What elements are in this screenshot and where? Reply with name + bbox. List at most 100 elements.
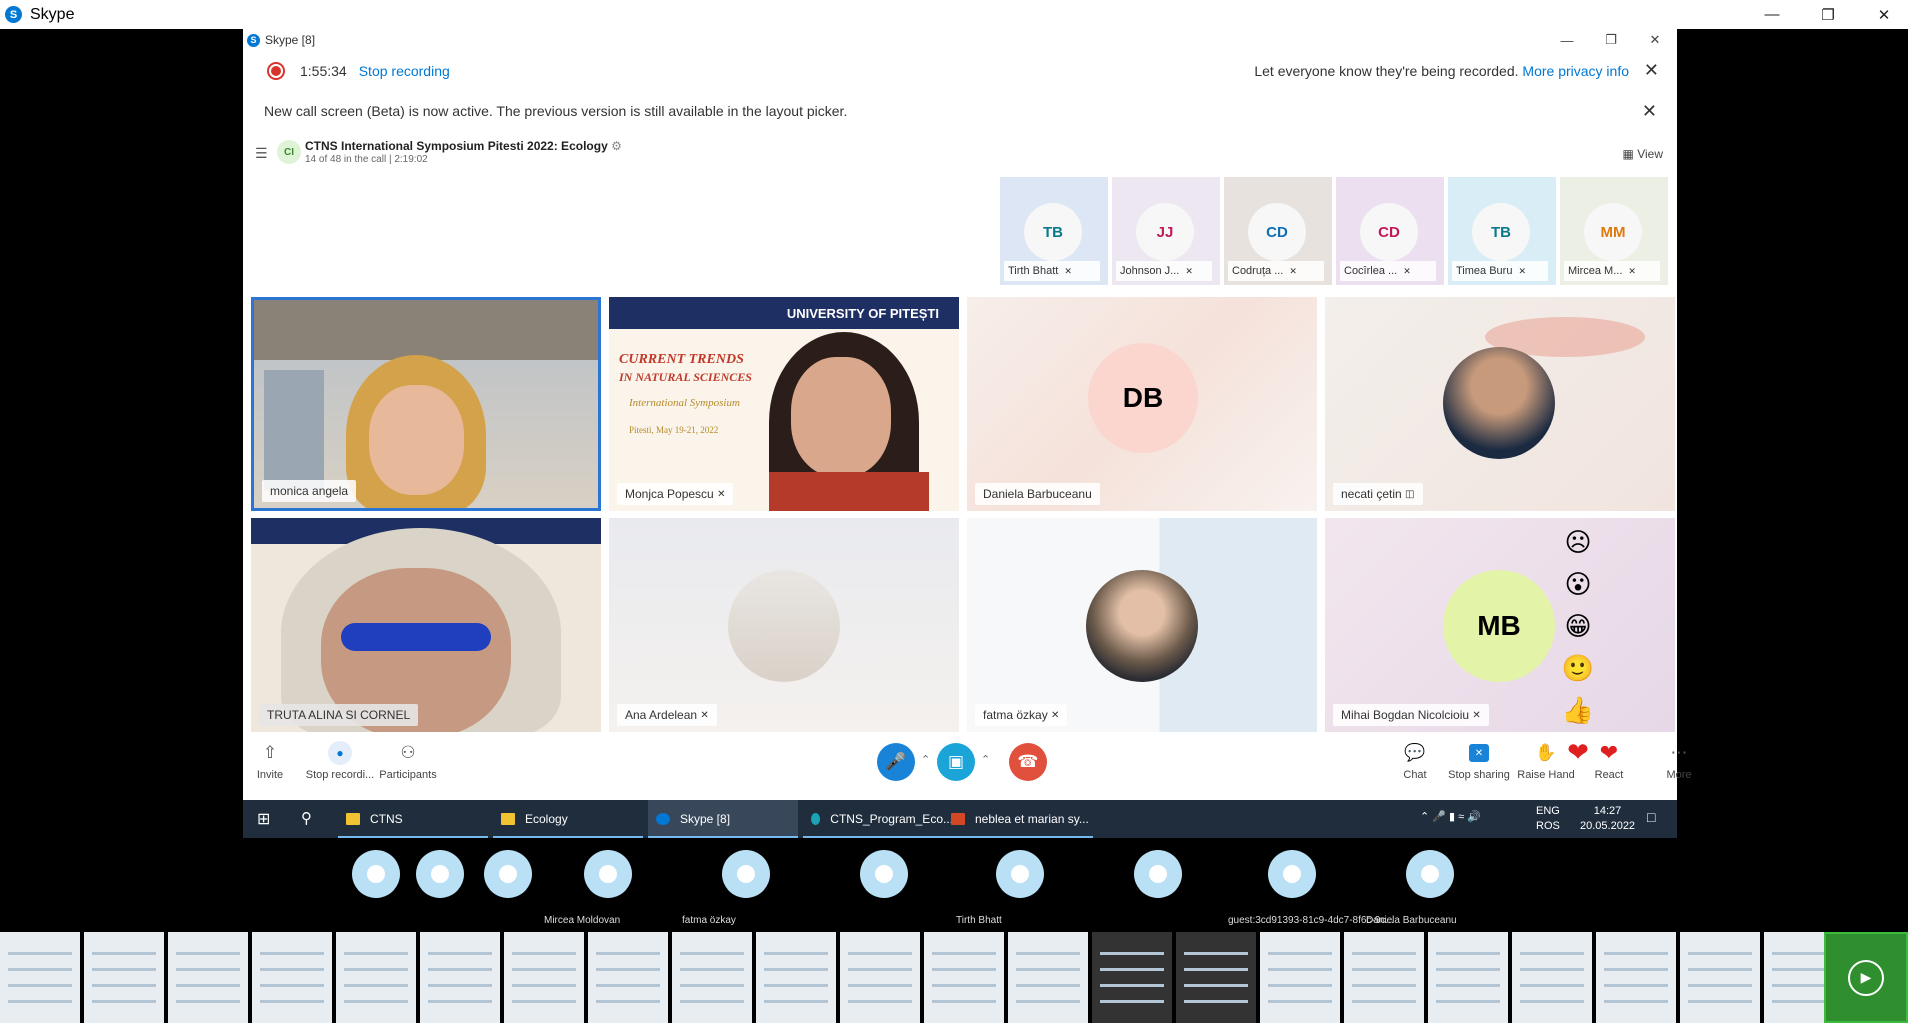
slide-thumbnail[interactable] (840, 932, 920, 1023)
stop-recording-button[interactable]: ● Stop recordi... (305, 741, 375, 781)
video-thumbnail[interactable]: ▶ (1824, 932, 1908, 1023)
participant-tile[interactable]: Mircea Moldovan (540, 838, 676, 928)
stop-sharing-button[interactable]: ✕ Stop sharing (1444, 741, 1514, 781)
slide-thumbnail[interactable] (84, 932, 164, 1023)
reaction-option[interactable]: ☹ (1564, 526, 1591, 558)
recording-notice-text: Let everyone know they're being recorded… (1254, 63, 1519, 79)
call-title[interactable]: CTNS International Symposium Pitesti 202… (305, 139, 622, 153)
recording-bar: 1:55:34 Stop recording Let everyone know… (243, 51, 1677, 91)
participant-tile[interactable] (410, 838, 470, 928)
hangup-icon: ☎ (1017, 752, 1039, 771)
chevron-up-icon[interactable]: ⌃ (981, 753, 990, 766)
participant-avatar: DB (1088, 343, 1198, 453)
slide-thumbnail[interactable] (1512, 932, 1592, 1023)
slide-thumbnail[interactable] (1344, 932, 1424, 1023)
strip-participant[interactable]: TB Timea Buru ✕ (1448, 177, 1556, 285)
close-icon[interactable]: ✕ (1633, 29, 1677, 51)
video-tile[interactable]: monica angela (251, 297, 601, 511)
participant-name: fatma özkay (682, 915, 736, 926)
slide-thumbnail[interactable] (1260, 932, 1340, 1023)
slide-thumbnail[interactable] (1176, 932, 1256, 1023)
participant-tile[interactable]: Tirth Bhatt (952, 838, 1088, 928)
close-icon[interactable]: ✕ (1642, 101, 1657, 122)
chevron-up-icon[interactable]: ⌃ (921, 753, 930, 766)
restore-icon[interactable]: ❐ (1800, 0, 1856, 29)
close-icon[interactable]: ✕ (1644, 60, 1659, 81)
slide-thumbnail[interactable] (252, 932, 332, 1023)
slide-thumbnail[interactable] (168, 932, 248, 1023)
language-indicator[interactable]: ENG ROS (1536, 804, 1560, 834)
taskbar-item[interactable]: CTNS_Program_Eco... (803, 800, 953, 838)
taskbar-item[interactable]: neblea et marian sy... (943, 800, 1093, 838)
menu-icon[interactable]: ☰ (255, 145, 268, 162)
video-tile[interactable]: Ana Ardelean ✕ (609, 518, 959, 732)
minimize-icon[interactable]: — (1744, 0, 1800, 29)
video-tile[interactable]: UNIVERSITY OF PITEȘTI CURRENT TRENDS IN … (609, 297, 959, 511)
slide-thumbnail[interactable] (420, 932, 500, 1023)
react-button[interactable]: ❤ React (1574, 740, 1644, 781)
participant-tile[interactable]: Daniela Barbuceanu (1362, 838, 1498, 928)
mic-button[interactable]: 🎤 (877, 743, 915, 781)
slide-thumbnail[interactable] (672, 932, 752, 1023)
slide-thumbnail[interactable] (336, 932, 416, 1023)
settings-icon[interactable]: ⚙ (611, 139, 622, 153)
participant-tile[interactable] (478, 838, 538, 928)
video-tile[interactable]: MB Mihai Bogdan Nicolcioiu ✕ (1325, 518, 1675, 732)
video-tile[interactable]: DB Daniela Barbuceanu (967, 297, 1317, 511)
participant-tile[interactable]: fatma özkay (678, 838, 814, 928)
stop-recording-link[interactable]: Stop recording (359, 63, 450, 79)
reaction-option[interactable]: 🙂 (1562, 652, 1594, 684)
taskbar-item[interactable]: Skype [8] (648, 800, 798, 838)
participant-tile[interactable] (816, 838, 952, 928)
play-icon[interactable]: ▶ (1848, 959, 1884, 996)
strip-participant[interactable]: MM Mircea M... ✕ (1560, 177, 1668, 285)
strip-participant[interactable]: CD Cocîrlea ... ✕ (1336, 177, 1444, 285)
slide-thumbnail[interactable] (1428, 932, 1508, 1023)
windows-start-icon[interactable]: ⊞ (257, 809, 270, 829)
slide-thumbnail[interactable] (924, 932, 1004, 1023)
skype-icon (656, 813, 670, 825)
participant-tile[interactable] (1090, 838, 1226, 928)
slide-thumbnail[interactable] (756, 932, 836, 1023)
minimize-icon[interactable]: — (1545, 29, 1589, 51)
restore-icon[interactable]: ❐ (1589, 29, 1633, 51)
slide-thumbnail[interactable] (0, 932, 80, 1023)
privacy-info-link[interactable]: More privacy info (1522, 63, 1629, 79)
view-button[interactable]: ▦ View (1623, 147, 1663, 161)
raise-hand-button[interactable]: ✋ Raise Hand (1511, 741, 1581, 781)
chat-button[interactable]: 💬 Chat (1380, 741, 1450, 781)
reaction-option[interactable]: 😮 (1564, 568, 1591, 600)
participant-tile[interactable]: guest:3cd91393-81c9-4dc7-8f6c-9c... (1224, 838, 1394, 928)
more-button[interactable]: ⋯ More (1644, 741, 1714, 781)
strip-participant[interactable]: JJ Johnson J... ✕ (1112, 177, 1220, 285)
clock[interactable]: 14:27 20.05.2022 (1580, 804, 1635, 834)
video-tile[interactable]: necati çetin ◫ (1325, 297, 1675, 511)
slide-thumbnail[interactable] (1008, 932, 1088, 1023)
slide-thumbnail[interactable] (504, 932, 584, 1023)
slide-thumbnail[interactable] (1680, 932, 1760, 1023)
taskbar-item[interactable]: CTNS (338, 800, 488, 838)
strip-participant[interactable]: TB Tirth Bhatt ✕ (1000, 177, 1108, 285)
participant-tile[interactable] (346, 838, 406, 928)
video-tile[interactable]: fatma özkay ✕ (967, 518, 1317, 732)
participant-name: Mircea M... ✕ (1564, 261, 1660, 281)
end-call-button[interactable]: ☎ (1009, 743, 1047, 781)
participants-button[interactable]: ⚇ Participants (373, 741, 443, 781)
reaction-option[interactable]: 😁 (1564, 610, 1591, 642)
camera-button[interactable]: ▣ (937, 743, 975, 781)
participant-avatar (728, 570, 840, 682)
strip-participant[interactable]: CD Codruța ... ✕ (1224, 177, 1332, 285)
reaction-option[interactable]: 👍 (1562, 694, 1594, 726)
mic-off-icon: ✕ (1185, 265, 1193, 276)
slide-thumbnail[interactable] (588, 932, 668, 1023)
slide-thumbnail[interactable] (1596, 932, 1676, 1023)
invite-button[interactable]: ⇧ Invite (235, 741, 305, 781)
tray-icons[interactable]: ⌃ 🎤 ▮ ≈ 🔊 (1420, 810, 1481, 823)
notification-icon[interactable]: □ (1647, 809, 1655, 825)
taskbar-item[interactable]: Ecology (493, 800, 643, 838)
call-avatar[interactable]: CI (277, 140, 301, 164)
search-icon[interactable]: ⚲ (301, 809, 312, 827)
close-icon[interactable]: ✕ (1856, 0, 1908, 29)
slide-thumbnail[interactable] (1092, 932, 1172, 1023)
video-tile[interactable]: TRUTA ALINA SI CORNEL (251, 518, 601, 732)
